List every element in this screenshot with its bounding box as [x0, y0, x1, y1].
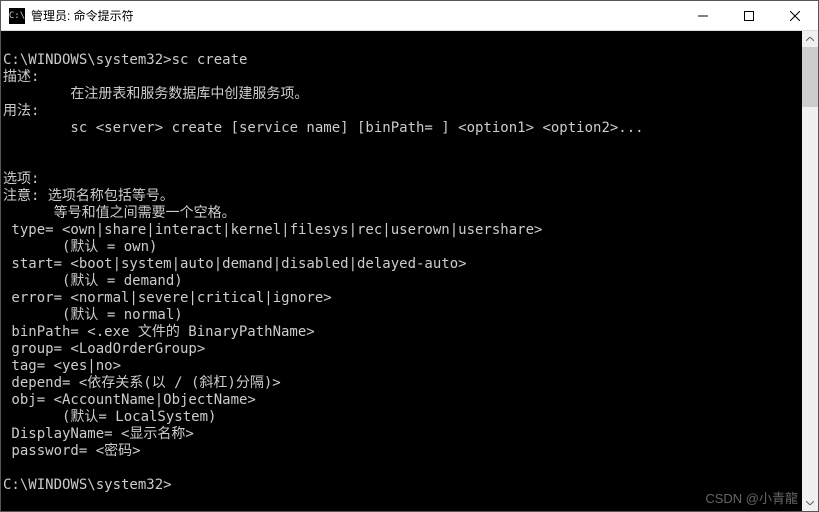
- terminal-line: error= <normal|severe|critical|ignore>: [3, 290, 802, 307]
- terminal-line: (默认 = own): [3, 239, 802, 256]
- maximize-button[interactable]: [726, 1, 772, 30]
- close-icon: [790, 11, 800, 21]
- terminal-line: DisplayName= <显示名称>: [3, 426, 802, 443]
- terminal-line: (默认= LocalSystem): [3, 409, 802, 426]
- maximize-icon: [744, 11, 754, 21]
- terminal-line: start= <boot|system|auto|demand|disabled…: [3, 256, 802, 273]
- terminal-line: 选项:: [3, 171, 802, 188]
- scroll-up-button[interactable]: [802, 31, 818, 47]
- terminal-line: [3, 35, 802, 52]
- terminal-line: sc <server> create [service name] [binPa…: [3, 120, 802, 137]
- terminal-line: type= <own|share|interact|kernel|filesys…: [3, 222, 802, 239]
- terminal-line: (默认 = normal): [3, 307, 802, 324]
- window-frame: C:\ 管理员: 命令提示符 C:\WINDOWS\system32>sc cr…: [0, 0, 819, 512]
- terminal-line: [3, 137, 802, 154]
- terminal-line: depend= <依存关系(以 / (斜杠)分隔)>: [3, 375, 802, 392]
- terminal-line: [3, 154, 802, 171]
- terminal-line: password= <密码>: [3, 443, 802, 460]
- app-icon: C:\: [9, 8, 25, 24]
- chevron-up-icon: [806, 37, 814, 41]
- terminal-line: group= <LoadOrderGroup>: [3, 341, 802, 358]
- terminal-line: 注意: 选项名称包括等号。: [3, 188, 802, 205]
- terminal-line: 用法:: [3, 103, 802, 120]
- terminal-line: [3, 460, 802, 477]
- terminal-output[interactable]: C:\WINDOWS\system32>sc create描述: 在注册表和服务…: [1, 31, 802, 511]
- scroll-thumb[interactable]: [802, 47, 818, 107]
- minimize-button[interactable]: [680, 1, 726, 30]
- terminal-line: (默认 = demand): [3, 273, 802, 290]
- content-area: C:\WINDOWS\system32>sc create描述: 在注册表和服务…: [1, 31, 818, 511]
- terminal-line: 在注册表和服务数据库中创建服务项。: [3, 86, 802, 103]
- terminal-line: 描述:: [3, 69, 802, 86]
- titlebar[interactable]: C:\ 管理员: 命令提示符: [1, 1, 818, 31]
- window-title: 管理员: 命令提示符: [31, 7, 680, 24]
- chevron-down-icon: [806, 501, 814, 505]
- terminal-line: C:\WINDOWS\system32>sc create: [3, 52, 802, 69]
- terminal-line: 等号和值之间需要一个空格。: [3, 205, 802, 222]
- close-button[interactable]: [772, 1, 818, 30]
- minimize-icon: [698, 11, 708, 21]
- terminal-line: tag= <yes|no>: [3, 358, 802, 375]
- scroll-down-button[interactable]: [802, 495, 818, 511]
- terminal-line: C:\WINDOWS\system32>: [3, 477, 802, 494]
- window-controls: [680, 1, 818, 30]
- terminal-line: obj= <AccountName|ObjectName>: [3, 392, 802, 409]
- scrollbar[interactable]: [802, 31, 818, 511]
- terminal-line: binPath= <.exe 文件的 BinaryPathName>: [3, 324, 802, 341]
